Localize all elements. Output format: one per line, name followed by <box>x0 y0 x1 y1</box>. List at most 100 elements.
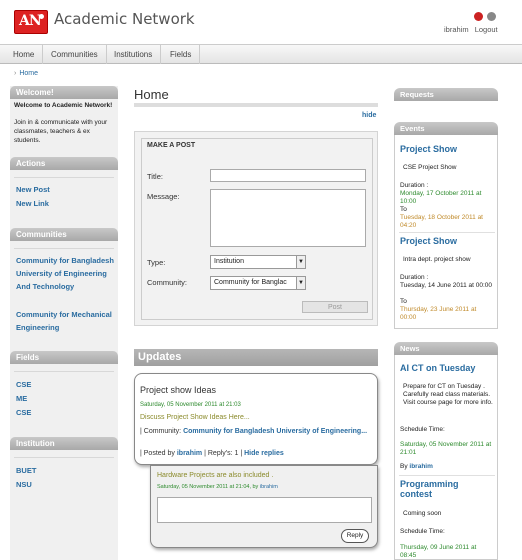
breadcrumb-home[interactable]: Home <box>19 70 38 77</box>
settings-icon[interactable] <box>487 12 496 21</box>
field-link-cse-2[interactable]: CSE <box>16 406 31 419</box>
event-end-2: Thursday, 23 June 2011 at 00:00 <box>400 306 477 321</box>
posted-by-prefix: | Posted by <box>140 450 175 457</box>
actions-header: Actions <box>10 157 118 170</box>
event-duration-label-2: Duration : <box>400 274 429 281</box>
update-author-link[interactable]: ibrahim <box>177 450 202 457</box>
page-title: Home <box>134 87 169 102</box>
logo[interactable]: AN <box>14 10 48 34</box>
type-select-value: Institution <box>214 258 244 265</box>
nav-home[interactable]: Home <box>5 45 44 64</box>
field-link-cse[interactable]: CSE <box>16 378 31 391</box>
logo-dot-icon <box>39 14 44 19</box>
welcome-body: Welcome to Academic Network! Join in & c… <box>14 101 118 145</box>
hide-link[interactable]: hide <box>362 112 376 119</box>
app-title: Academic Network <box>54 10 195 28</box>
nav-institutions[interactable]: Institutions <box>106 45 162 64</box>
logo-text: AN <box>19 13 42 29</box>
news-time-2: Thursday, 09 June 2011 at 08:45 <box>400 544 477 559</box>
event-start-1: Monday, 17 October 2011 at 10:00 <box>400 190 482 205</box>
reply-text: Hardware Projects are also included . <box>157 472 274 479</box>
post-button[interactable]: Post <box>302 301 368 313</box>
institution-header: Institution <box>10 437 118 450</box>
welcome-title: Welcome to Academic Network! <box>14 102 113 109</box>
welcome-header: Welcome! <box>10 86 118 99</box>
community-select[interactable]: Community for Banglac ▼ <box>210 276 306 290</box>
divider <box>14 177 114 178</box>
update-community: | Community: Community for Bangladesh Un… <box>140 428 372 436</box>
news-title-2[interactable]: Programming contest <box>400 479 492 499</box>
institution-link-nsu[interactable]: NSU <box>16 478 32 491</box>
type-label: Type: <box>147 258 166 267</box>
message-textarea[interactable] <box>210 189 366 247</box>
make-post-panel: MAKE A POST Title: Message: Type: Instit… <box>134 131 378 326</box>
reply-count: | Reply's: 1 | <box>204 450 243 457</box>
breadcrumb: › Home <box>14 70 38 77</box>
event-duration-label-1: Duration : <box>400 182 429 189</box>
hide-replies-link[interactable]: Hide replies <box>244 450 284 457</box>
event-to-label-1: To <box>400 206 407 213</box>
divider <box>14 248 114 249</box>
type-select[interactable]: Institution ▼ <box>210 255 306 269</box>
fields-header: Fields <box>10 351 118 364</box>
news-time-1: Saturday, 05 November 2011 at 21:01 <box>400 441 492 456</box>
new-post-link[interactable]: New Post <box>16 183 50 196</box>
event-start-2: Tuesday, 14 June 2011 at 00:00 <box>400 282 493 289</box>
field-link-me[interactable]: ME <box>16 392 27 405</box>
header-icons <box>474 12 500 23</box>
community-link-me[interactable]: Community for Mechanical Engineering <box>16 308 114 334</box>
news-desc-1: Prepare for CT on Tuesday . Carefully re… <box>403 383 493 406</box>
title-label: Title: <box>147 172 163 181</box>
news-panel: AI CT on Tuesday Prepare for CT on Tuesd… <box>394 355 498 560</box>
logout-link[interactable]: Logout <box>475 25 498 34</box>
reply-card: Hardware Projects are also included . Sa… <box>150 465 378 548</box>
news-schedule-label-1: Schedule Time: <box>400 426 445 433</box>
main-nav: Home Communities Institutions Fields <box>0 44 522 64</box>
reply-date: Saturday, 05 November 2011 at 21:04, by … <box>157 484 278 490</box>
user-name-link[interactable]: ibrahim <box>444 25 469 34</box>
divider <box>399 232 495 233</box>
nav-fields[interactable]: Fields <box>162 45 201 64</box>
event-title-1[interactable]: Project Show <box>400 144 457 154</box>
chevron-down-icon: ▼ <box>296 277 305 289</box>
news-desc-2: Coming soon <box>403 510 442 517</box>
message-label: Message: <box>147 192 180 201</box>
update-card: Project show Ideas Saturday, 05 November… <box>134 373 378 465</box>
notification-icon[interactable] <box>474 12 483 21</box>
updates-header: Updates <box>134 349 378 366</box>
event-title-2[interactable]: Project Show <box>400 236 457 246</box>
requests-header: Requests <box>394 88 498 101</box>
news-header: News <box>394 342 498 355</box>
reply-author-link[interactable]: ibrahim <box>260 484 278 490</box>
title-underline <box>134 103 378 107</box>
breadcrumb-arrow-icon: › <box>14 70 17 77</box>
community-label: Community: <box>147 278 188 287</box>
update-community-link[interactable]: Community for Bangladesh University of E… <box>183 428 367 435</box>
news-schedule-label-2: Schedule Time: <box>400 528 445 535</box>
event-end-1: Tuesday, 18 October 2011 at 04:20 <box>400 214 483 229</box>
news-title-1[interactable]: AI CT on Tuesday <box>400 363 475 373</box>
reply-textarea[interactable] <box>157 497 372 523</box>
update-meta: | Posted by ibrahim | Reply's: 1 | Hide … <box>140 450 284 457</box>
divider <box>399 475 495 476</box>
event-to-label-2: To <box>400 298 407 305</box>
update-description: Discuss Project Show Ideas Here... <box>140 414 250 421</box>
title-input[interactable] <box>210 169 366 182</box>
community-link-buet[interactable]: Community for Bangladesh University of E… <box>16 254 114 293</box>
news-author-link[interactable]: ibrahim <box>409 463 432 470</box>
update-title[interactable]: Project show Ideas <box>140 385 216 395</box>
welcome-text: Join in & communicate with your classmat… <box>14 119 108 144</box>
header: AN Academic Network ibrahim Logout <box>0 0 522 44</box>
chevron-down-icon: ▼ <box>296 256 305 268</box>
event-desc-2: Intra dept. project show <box>403 256 471 263</box>
reply-date-text: Saturday, 05 November 2011 at 21:04, by <box>157 484 259 490</box>
new-link-link[interactable]: New Link <box>16 197 49 210</box>
community-select-value: Community for Banglac <box>214 279 287 286</box>
institution-link-buet[interactable]: BUET <box>16 464 36 477</box>
make-post-form: MAKE A POST Title: Message: Type: Instit… <box>141 138 373 320</box>
make-post-heading: MAKE A POST <box>147 142 196 149</box>
nav-communities[interactable]: Communities <box>43 45 107 64</box>
reply-button[interactable]: Reply <box>341 529 369 543</box>
divider <box>14 371 114 372</box>
events-panel: Project Show CSE Project Show Duration :… <box>394 135 498 329</box>
